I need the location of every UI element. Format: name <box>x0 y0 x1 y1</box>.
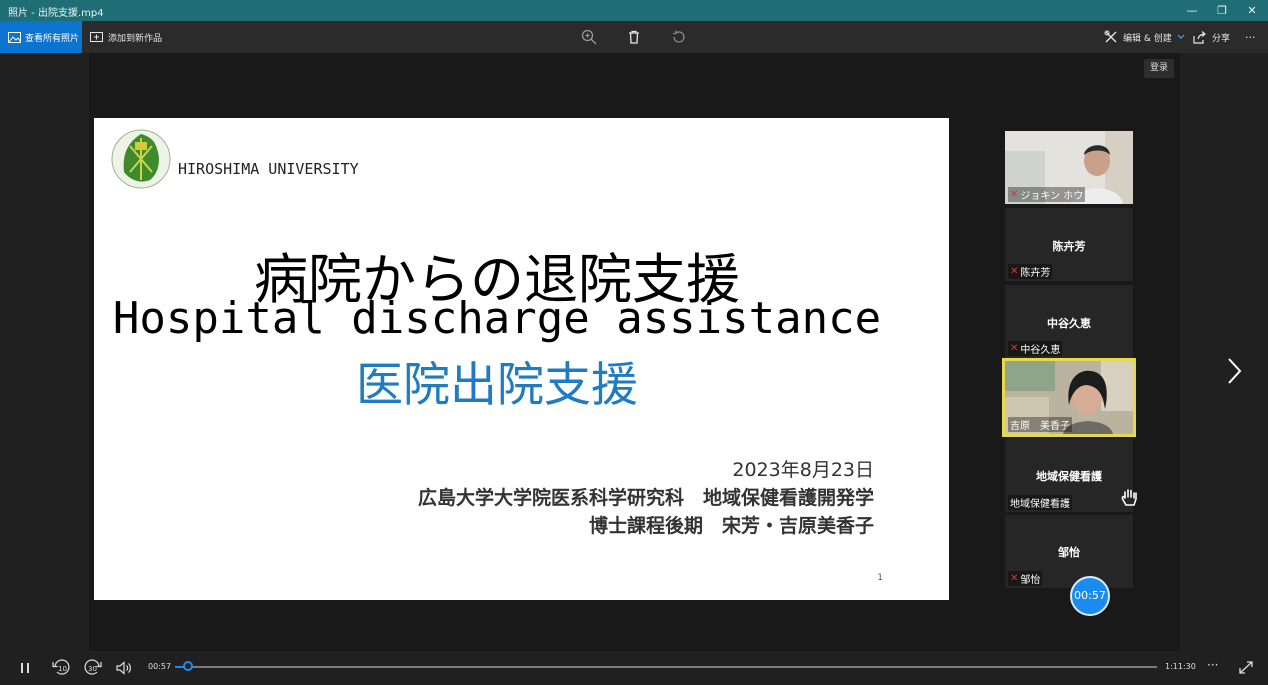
playback-controls: 10 30 00:57 1:11:30 ··· <box>0 651 1268 685</box>
participant-name-tag: ✕ 中谷久恵 <box>1008 341 1063 356</box>
view-all-photos-label: 查看所有照片 <box>25 33 80 44</box>
more-options-button[interactable]: ··· <box>1245 21 1256 53</box>
slide-affiliation: 広島大学大学院医系科学研究科 地域保健看護開発学 <box>417 487 874 509</box>
participant-label: 陈卉芳 <box>1020 268 1051 279</box>
volume-icon[interactable] <box>114 659 134 677</box>
photos-icon <box>8 31 21 43</box>
participant-center-name: 邹怡 <box>1058 546 1080 559</box>
skip-back-button[interactable]: 10 <box>50 657 72 679</box>
muted-mic-icon: ✕ <box>1010 189 1019 200</box>
muted-mic-icon: ✕ <box>1010 266 1019 277</box>
muted-mic-icon: ✕ <box>1010 573 1019 584</box>
edit-create-menu[interactable]: 编辑 & 创建 <box>1104 21 1185 53</box>
edit-create-icon <box>1104 30 1117 43</box>
close-button[interactable]: ✕ <box>1237 0 1267 21</box>
rotate-icon[interactable] <box>671 29 687 45</box>
participant-tile[interactable]: 地域保健看護 地域保健看護 <box>1005 439 1133 512</box>
add-creation-icon <box>90 31 103 42</box>
share-icon <box>1193 30 1206 44</box>
restore-button[interactable]: ❐ <box>1207 0 1237 21</box>
active-speaker-tile[interactable]: 吉原 美香子 <box>1002 358 1136 437</box>
edit-create-label: 编辑 & 创建 <box>1123 33 1172 44</box>
skip-back-seconds: 10 <box>58 665 67 673</box>
share-button[interactable]: 分享 <box>1193 21 1230 53</box>
muted-mic-icon: ✕ <box>1010 343 1019 354</box>
participant-name-tag: 吉原 美香子 <box>1008 417 1072 432</box>
window-title: 照片 - 出院支援.mp4 <box>8 8 104 19</box>
more-playback-options[interactable]: ··· <box>1207 658 1218 672</box>
participant-label: 地域保健看護 <box>1010 499 1070 510</box>
raised-hand-icon <box>1121 489 1137 506</box>
seek-thumb[interactable] <box>183 661 194 671</box>
add-to-creation-label: 添加到新作品 <box>108 33 163 44</box>
minimize-button[interactable]: — <box>1177 0 1207 21</box>
share-label: 分享 <box>1212 33 1231 44</box>
total-time: 1:11:30 <box>1165 662 1196 671</box>
participant-center-name: 中谷久恵 <box>1047 317 1091 330</box>
participant-center-name: 陈卉芳 <box>1052 240 1086 253</box>
add-to-creation-button[interactable]: 添加到新作品 <box>90 21 162 53</box>
participant-label: 邹怡 <box>1020 575 1041 586</box>
top-toolbar: 查看所有照片 添加到新作品 编辑 & 创建 分享 ··· <box>0 21 1268 53</box>
next-chevron-icon[interactable] <box>1222 355 1246 387</box>
skip-forward-seconds: 30 <box>88 665 97 673</box>
participant-tile[interactable]: 陈卉芳 ✕ 陈卉芳 <box>1005 208 1133 281</box>
slide-authors: 博士課程後期 宋芳・吉原美香子 <box>588 515 874 537</box>
view-all-photos-button[interactable]: 查看所有照片 <box>0 21 82 53</box>
delete-icon[interactable] <box>626 29 642 45</box>
participant-label: ジョキン ホウ <box>1020 191 1084 202</box>
participant-tile[interactable]: 中谷久恵 ✕ 中谷久恵 <box>1005 285 1133 358</box>
university-logo <box>111 129 171 189</box>
slide-title-chinese: 医院出院支援 <box>356 358 638 413</box>
participant-tile[interactable]: 邹怡 ✕ 邹怡 <box>1005 515 1133 588</box>
slide-date: 2023年8月23日 <box>732 459 874 481</box>
chevron-down-icon <box>1177 34 1185 39</box>
participant-tile[interactable]: ✕ ジョキン ホウ <box>1005 131 1133 204</box>
participant-name-tag: ✕ 邹怡 <box>1008 571 1043 586</box>
current-time: 00:57 <box>148 662 172 671</box>
participant-name-tag: 地域保健看護 <box>1008 495 1072 510</box>
zoom-in-icon[interactable] <box>581 29 597 45</box>
participant-name-tag: ✕ 陈卉芳 <box>1008 264 1053 279</box>
seek-bar[interactable] <box>175 666 1157 668</box>
participant-label: 中谷久恵 <box>1020 345 1061 356</box>
fullscreen-icon[interactable] <box>1236 659 1256 677</box>
title-bar: 照片 - 出院支援.mp4 — ❐ ✕ <box>0 0 1268 21</box>
university-name: HIROSHIMA UNIVERSITY <box>178 160 359 178</box>
login-button[interactable]: 登录 <box>1144 59 1174 78</box>
participant-center-name: 地域保健看護 <box>1036 470 1102 483</box>
pause-icon[interactable] <box>15 659 35 677</box>
slide-page-number: 1 <box>877 573 883 583</box>
timer-badge: 00:57 <box>1070 576 1110 616</box>
presentation-slide: HIROSHIMA UNIVERSITY 病院からの退院支援 Hospital … <box>94 118 949 600</box>
participant-label: 吉原 美香子 <box>1010 421 1070 432</box>
participant-name-tag: ✕ ジョキン ホウ <box>1008 187 1086 202</box>
skip-forward-button[interactable]: 30 <box>82 657 104 679</box>
slide-title-english: Hospital discharge assistance <box>112 293 882 344</box>
